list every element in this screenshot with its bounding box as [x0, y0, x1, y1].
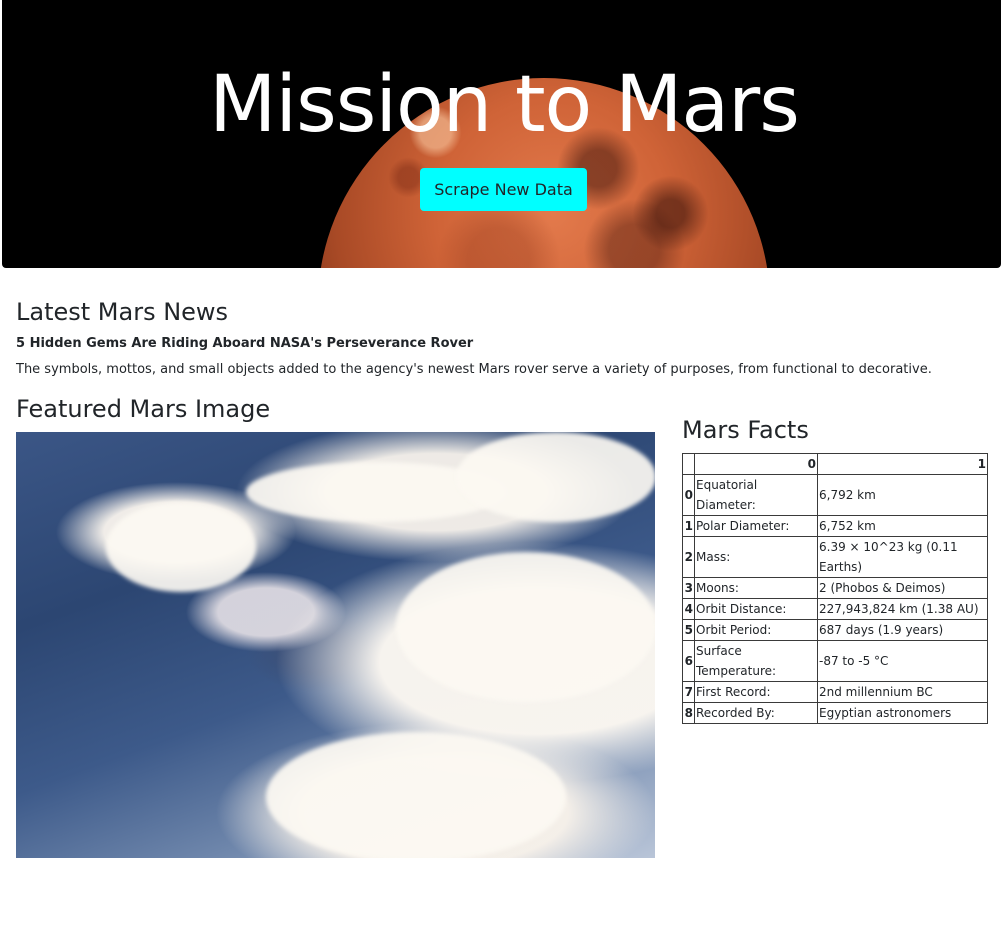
fact-value: 687 days (1.9 years): [817, 619, 988, 641]
page-title: Mission to Mars: [209, 60, 800, 150]
hero-banner: Mission to Mars Scrape New Data: [2, 0, 1001, 268]
table-row: 6 Surface Temperature: -87 to -5 °C: [682, 640, 988, 682]
table-corner-cell: [682, 453, 695, 475]
fact-label: Surface Temperature:: [694, 640, 818, 682]
fact-label: Moons:: [694, 577, 818, 599]
row-index: 4: [682, 598, 695, 620]
fact-value: 2nd millennium BC: [817, 681, 988, 703]
row-index: 6: [682, 640, 695, 682]
fact-label: Equatorial Diameter:: [694, 474, 818, 516]
fact-value: 6,752 km: [817, 515, 988, 537]
news-teaser: The symbols, mottos, and small objects a…: [16, 362, 932, 377]
fact-value: 6,792 km: [817, 474, 988, 516]
table-row: 4 Orbit Distance: 227,943,824 km (1.38 A…: [682, 598, 988, 620]
column-header: 0: [694, 453, 818, 475]
table-row: 2 Mass: 6.39 × 10^23 kg (0.11 Earths): [682, 536, 988, 578]
latest-news-heading: Latest Mars News: [16, 298, 229, 326]
mars-facts-heading: Mars Facts: [682, 416, 809, 444]
fact-label: Orbit Period:: [694, 619, 818, 641]
fact-label: First Record:: [694, 681, 818, 703]
table-row: 1 Polar Diameter: 6,752 km: [682, 515, 988, 537]
featured-image-heading: Featured Mars Image: [16, 395, 271, 423]
table-row: 0 Equatorial Diameter: 6,792 km: [682, 474, 988, 516]
row-index: 5: [682, 619, 695, 641]
fact-value: -87 to -5 °C: [817, 640, 988, 682]
mars-facts-table: 0 1 0 Equatorial Diameter: 6,792 km 1 Po…: [682, 453, 988, 724]
fact-label: Recorded By:: [694, 702, 818, 724]
news-title: 5 Hidden Gems Are Riding Aboard NASA's P…: [16, 336, 474, 351]
fact-label: Polar Diameter:: [694, 515, 818, 537]
page: Mission to Mars Scrape New Data Latest M…: [0, 0, 1008, 936]
table-row: 8 Recorded By: Egyptian astronomers: [682, 702, 988, 724]
row-index: 8: [682, 702, 695, 724]
fact-value: Egyptian astronomers: [817, 702, 988, 724]
table-row: 7 First Record: 2nd millennium BC: [682, 681, 988, 703]
row-index: 7: [682, 681, 695, 703]
column-header: 1: [817, 453, 988, 475]
fact-label: Mass:: [694, 536, 818, 578]
fact-value: 2 (Phobos & Deimos): [817, 577, 988, 599]
table-row: 3 Moons: 2 (Phobos & Deimos): [682, 577, 988, 599]
row-index: 3: [682, 577, 695, 599]
scrape-new-data-button[interactable]: Scrape New Data: [420, 168, 587, 211]
table-row: 5 Orbit Period: 687 days (1.9 years): [682, 619, 988, 641]
fact-value: 6.39 × 10^23 kg (0.11 Earths): [817, 536, 988, 578]
row-index: 1: [682, 515, 695, 537]
row-index: 2: [682, 536, 695, 578]
featured-mars-image: [16, 432, 655, 858]
fact-label: Orbit Distance:: [694, 598, 818, 620]
row-index: 0: [682, 474, 695, 516]
table-header-row: 0 1: [682, 453, 988, 475]
fact-value: 227,943,824 km (1.38 AU): [817, 598, 988, 620]
